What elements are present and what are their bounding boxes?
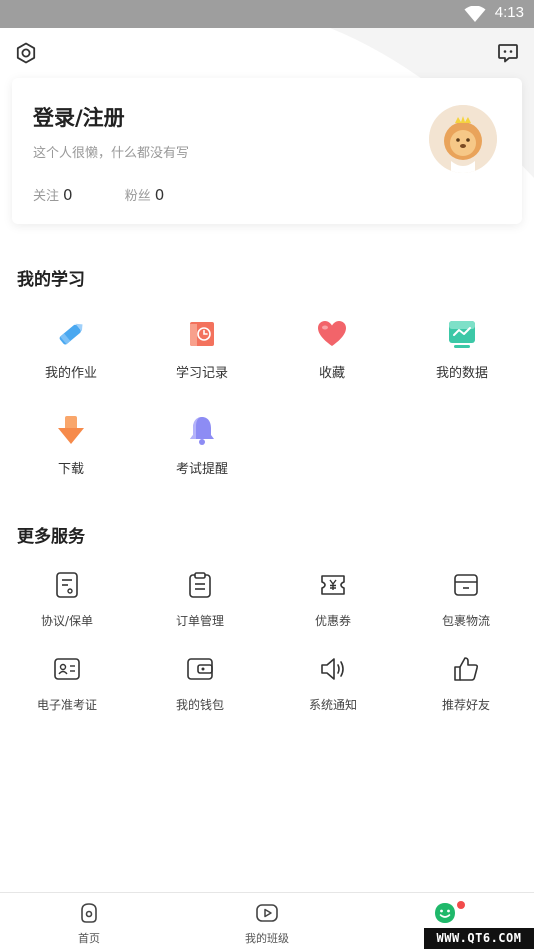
agreement-policy-label: 协议/保单 [40,614,94,628]
follow-label: 关注 [33,189,60,204]
agreement-policy-button[interactable]: 协议/保单 [0,571,134,629]
document-icon [56,572,78,598]
bell-icon [190,417,214,445]
speaker-icon [321,658,344,680]
order-management-button[interactable]: 订单管理 [133,571,267,629]
avatar[interactable] [429,105,497,173]
fans-label: 粉丝 [124,189,151,204]
follow-stat[interactable]: 关注 0 [33,185,73,204]
my-data-label: 我的数据 [435,366,488,381]
notification-badge [457,901,465,909]
services-section-title: 更多服务 [17,527,85,547]
order-management-label: 订单管理 [175,614,224,628]
chart-icon [449,321,475,348]
pencil-icon [59,323,83,345]
recommend-friend-button[interactable]: 推荐好友 [399,655,533,713]
smile-face-icon [435,903,455,923]
package-icon [454,574,478,596]
tab-home[interactable]: 首页 [29,901,149,946]
tab-home-label: 首页 [78,932,100,945]
class-play-icon [256,904,278,922]
my-data-button[interactable]: 我的数据 [395,318,529,381]
package-logistics-label: 包裹物流 [441,614,490,628]
system-notice-button[interactable]: 系统通知 [266,655,400,713]
clock-book-icon [190,322,214,346]
clipboard-icon [189,572,211,598]
tab-my-class-label: 我的班级 [245,932,289,945]
wifi-icon [464,6,486,22]
status-bar: 4:13 [0,0,534,28]
package-logistics-button[interactable]: 包裹物流 [399,571,533,629]
fans-stat[interactable]: 粉丝 0 [125,185,165,204]
heart-icon [318,321,346,346]
id-card-icon [54,658,80,680]
profile-card[interactable]: 登录/注册 这个人很懒，什么都没有写 关注 0 粉丝 0 [12,78,522,224]
fans-count: 0 [154,186,165,204]
homework-label: 我的作业 [44,366,97,381]
favorites-label: 收藏 [318,366,345,381]
system-notice-label: 系统通知 [308,698,357,712]
exam-reminder-label: 考试提醒 [175,462,228,477]
coupon-label: 优惠券 [314,614,351,628]
download-label: 下载 [57,462,84,477]
profile-bio: 这个人很懒，什么都没有写 [33,146,190,161]
watermark: WWW.QT6.COM [424,928,534,949]
tab-my-class[interactable]: 我的班级 [207,901,327,946]
admission-ticket-button[interactable]: 电子准考证 [0,655,134,713]
wallet-icon [187,658,213,680]
homework-button[interactable]: 我的作业 [4,318,138,381]
tab-mine[interactable] [385,901,505,930]
study-record-button[interactable]: 学习记录 [135,318,269,381]
coupon-button[interactable]: 优惠券 [266,571,400,629]
download-icon [58,416,84,444]
admission-ticket-label: 电子准考证 [36,698,97,712]
exam-reminder-button[interactable]: 考试提醒 [135,414,269,477]
home-icon [81,903,97,923]
wallet-button[interactable]: 我的钱包 [133,655,267,713]
favorites-button[interactable]: 收藏 [265,318,399,381]
thumbs-up-icon [454,657,479,681]
follow-stats: 关注 0 粉丝 0 [33,185,212,204]
login-register-link[interactable]: 登录/注册 [33,102,125,132]
wallet-label: 我的钱包 [175,698,224,712]
status-time: 4:13 [494,4,524,21]
recommend-friend-label: 推荐好友 [441,698,490,712]
download-button[interactable]: 下载 [4,414,138,477]
chat-icon[interactable] [497,42,519,64]
follow-count: 0 [63,186,73,204]
study-record-label: 学习记录 [175,366,228,381]
gear-icon[interactable] [15,42,37,64]
coupon-icon [321,575,345,595]
study-section-title: 我的学习 [17,270,85,290]
